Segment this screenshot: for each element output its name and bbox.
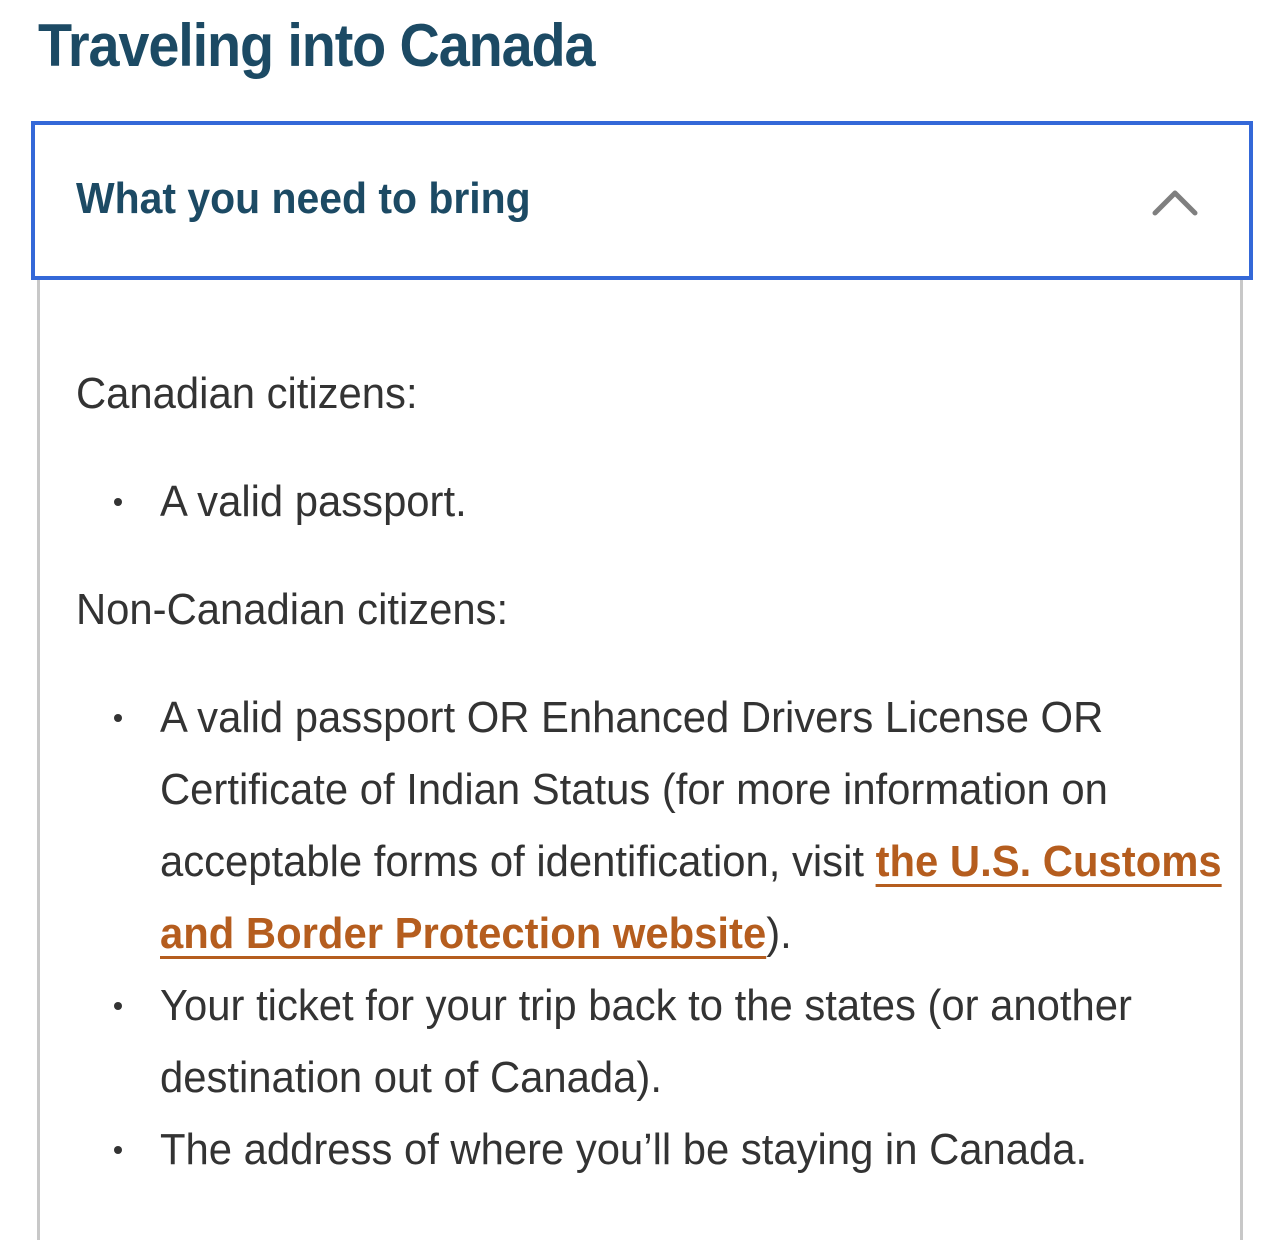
canadian-citizens-list: A valid passport.: [76, 466, 1186, 538]
bullet-icon: [114, 1146, 122, 1154]
non-canadian-citizens-list: A valid passport OR Enhanced Drivers Lic…: [76, 682, 1222, 1186]
list-item-text-after: ).: [766, 909, 792, 958]
section-heading-non-canadian-citizens: Non-Canadian citizens:: [76, 585, 509, 634]
list-item: Your ticket for your trip back to the st…: [76, 970, 1186, 1114]
accordion-title: What you need to bring: [76, 174, 531, 223]
accordion-what-you-need-to-bring: What you need to bring Canadian citizens…: [31, 121, 1253, 1240]
section-heading-canadian-citizens: Canadian citizens:: [76, 369, 418, 418]
list-item: A valid passport OR Enhanced Drivers Lic…: [76, 682, 1222, 970]
list-item: A valid passport.: [76, 466, 1186, 538]
list-item-text: Your ticket for your trip back to the st…: [160, 981, 1132, 1102]
chevron-up-icon[interactable]: [1151, 187, 1199, 217]
bullet-icon: [114, 714, 122, 722]
page-title: Traveling into Canada: [38, 12, 596, 79]
list-item-text: A valid passport.: [160, 477, 467, 526]
bullet-icon: [114, 498, 122, 506]
bullet-icon: [114, 1002, 122, 1010]
list-item: The address of where you’ll be staying i…: [76, 1114, 1186, 1186]
accordion-header-button[interactable]: What you need to bring: [31, 121, 1253, 280]
list-item-text: The address of where you’ll be staying i…: [160, 1125, 1088, 1174]
accordion-panel: Canadian citizens: A valid passport. Non…: [37, 280, 1243, 1240]
list-item-text: A valid passport OR Enhanced Drivers Lic…: [160, 682, 1234, 970]
